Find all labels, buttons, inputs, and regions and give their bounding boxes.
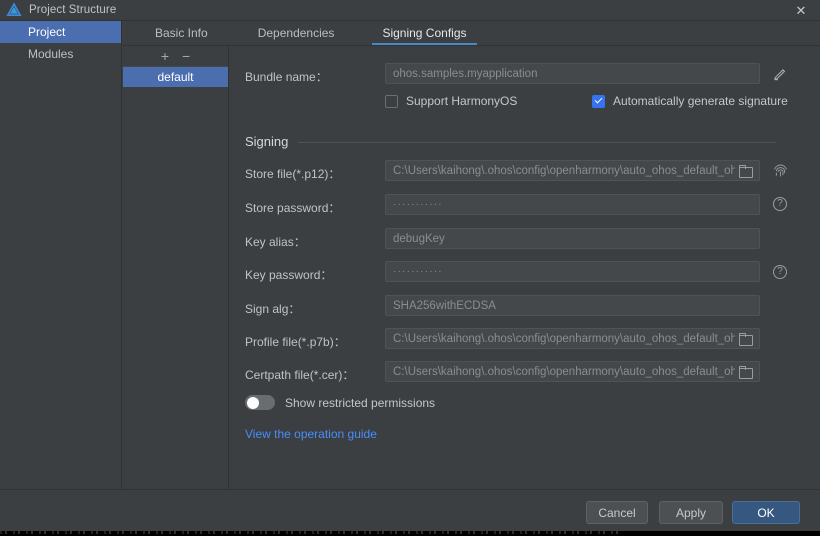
- deveco-triangle-icon: [6, 2, 22, 18]
- key-password-label: Key password：: [245, 266, 332, 283]
- signing-section-title: Signing: [245, 134, 288, 149]
- fingerprint-icon[interactable]: [772, 162, 788, 178]
- sign-alg-value: SHA256withECDSA: [393, 300, 752, 312]
- close-icon[interactable]: ✕: [782, 0, 820, 21]
- store-password-value: ···········: [393, 199, 752, 210]
- support-harmonyos-checkbox[interactable]: [385, 95, 398, 108]
- sidebar-item-label: Modules: [28, 47, 73, 61]
- title-bar: Project Structure ✕: [0, 0, 820, 21]
- list-item[interactable]: default: [123, 67, 228, 87]
- sidebar-item-modules[interactable]: Modules: [0, 43, 121, 65]
- toggle-knob: [247, 397, 259, 409]
- sidebar-item-project[interactable]: Project: [0, 21, 121, 43]
- add-config-button[interactable]: +: [161, 49, 169, 63]
- help-icon[interactable]: ?: [772, 196, 788, 212]
- tab-label: Dependencies: [258, 26, 335, 40]
- show-restricted-permissions-toggle[interactable]: [245, 395, 275, 410]
- auto-generate-signature-label: Automatically generate signature: [613, 94, 788, 108]
- window-title: Project Structure: [29, 4, 116, 16]
- bundle-name-label: Bundle name：: [245, 68, 328, 85]
- pencil-edit-icon[interactable]: [772, 65, 788, 81]
- sign-alg-input[interactable]: SHA256withECDSA: [385, 295, 760, 316]
- project-structure-dialog: Project Structure ✕ Project Modules Basi…: [0, 0, 820, 536]
- help-icon[interactable]: ?: [772, 264, 788, 280]
- screen-bottom-strip: [0, 531, 820, 536]
- profile-file-label: Profile file(*.p7b)：: [245, 333, 346, 350]
- folder-browse-icon[interactable]: [739, 333, 752, 344]
- cancel-button[interactable]: Cancel: [586, 501, 648, 524]
- config-item-label: default: [157, 70, 193, 84]
- tab-label: Signing Configs: [382, 26, 466, 40]
- tab-strip: Basic Info Dependencies Signing Configs: [123, 21, 820, 46]
- auto-generate-signature-checkbox-row[interactable]: Automatically generate signature: [592, 94, 788, 108]
- signing-configs-form: Bundle name： ohos.samples.myapplication …: [230, 46, 820, 489]
- auto-generate-signature-checkbox[interactable]: [592, 95, 605, 108]
- store-password-label: Store password：: [245, 199, 340, 216]
- bundle-name-value: ohos.samples.myapplication: [393, 68, 752, 80]
- signing-section-divider: [298, 142, 776, 143]
- key-password-value: ···········: [393, 266, 752, 277]
- store-file-value: C:\Users\kaihong\.ohos\config\openharmon…: [393, 165, 735, 177]
- tab-signing-configs[interactable]: Signing Configs: [368, 20, 480, 45]
- tab-dependencies[interactable]: Dependencies: [244, 20, 349, 45]
- show-restricted-permissions-row[interactable]: Show restricted permissions: [245, 395, 435, 410]
- profile-file-input[interactable]: C:\Users\kaihong\.ohos\config\openharmon…: [385, 328, 760, 349]
- profile-file-value: C:\Users\kaihong\.ohos\config\openharmon…: [393, 333, 735, 345]
- key-alias-input[interactable]: debugKey: [385, 228, 760, 249]
- key-alias-value: debugKey: [393, 233, 752, 245]
- sidebar-item-label: Project: [28, 25, 65, 39]
- certpath-file-input[interactable]: C:\Users\kaihong\.ohos\config\openharmon…: [385, 361, 760, 382]
- sign-alg-label: Sign alg：: [245, 300, 300, 317]
- folder-browse-icon[interactable]: [739, 165, 752, 176]
- signing-config-list-panel: + − default: [123, 46, 229, 489]
- certpath-file-label: Certpath file(*.cer)：: [245, 366, 354, 383]
- key-password-input[interactable]: ···········: [385, 261, 760, 282]
- certpath-file-value: C:\Users\kaihong\.ohos\config\openharmon…: [393, 366, 735, 378]
- view-operation-guide-link[interactable]: View the operation guide: [245, 427, 377, 441]
- remove-config-button[interactable]: −: [182, 49, 190, 63]
- ok-button[interactable]: OK: [732, 501, 800, 524]
- store-file-label: Store file(*.p12)：: [245, 165, 340, 182]
- settings-tree-panel: Project Modules: [0, 21, 122, 489]
- dialog-button-bar: Cancel Apply OK: [0, 489, 820, 531]
- apply-button[interactable]: Apply: [659, 501, 723, 524]
- config-list-toolbar: + −: [123, 46, 228, 67]
- support-harmonyos-checkbox-row[interactable]: Support HarmonyOS: [385, 94, 517, 108]
- key-alias-label: Key alias：: [245, 233, 306, 250]
- store-file-input[interactable]: C:\Users\kaihong\.ohos\config\openharmon…: [385, 160, 760, 181]
- folder-browse-icon[interactable]: [739, 366, 752, 377]
- bundle-name-input[interactable]: ohos.samples.myapplication: [385, 63, 760, 84]
- store-password-input[interactable]: ···········: [385, 194, 760, 215]
- tab-label: Basic Info: [155, 26, 208, 40]
- show-restricted-permissions-label: Show restricted permissions: [285, 396, 435, 410]
- strip-artifact: [0, 531, 620, 534]
- tab-basic-info[interactable]: Basic Info: [141, 20, 222, 45]
- support-harmonyos-label: Support HarmonyOS: [406, 94, 517, 108]
